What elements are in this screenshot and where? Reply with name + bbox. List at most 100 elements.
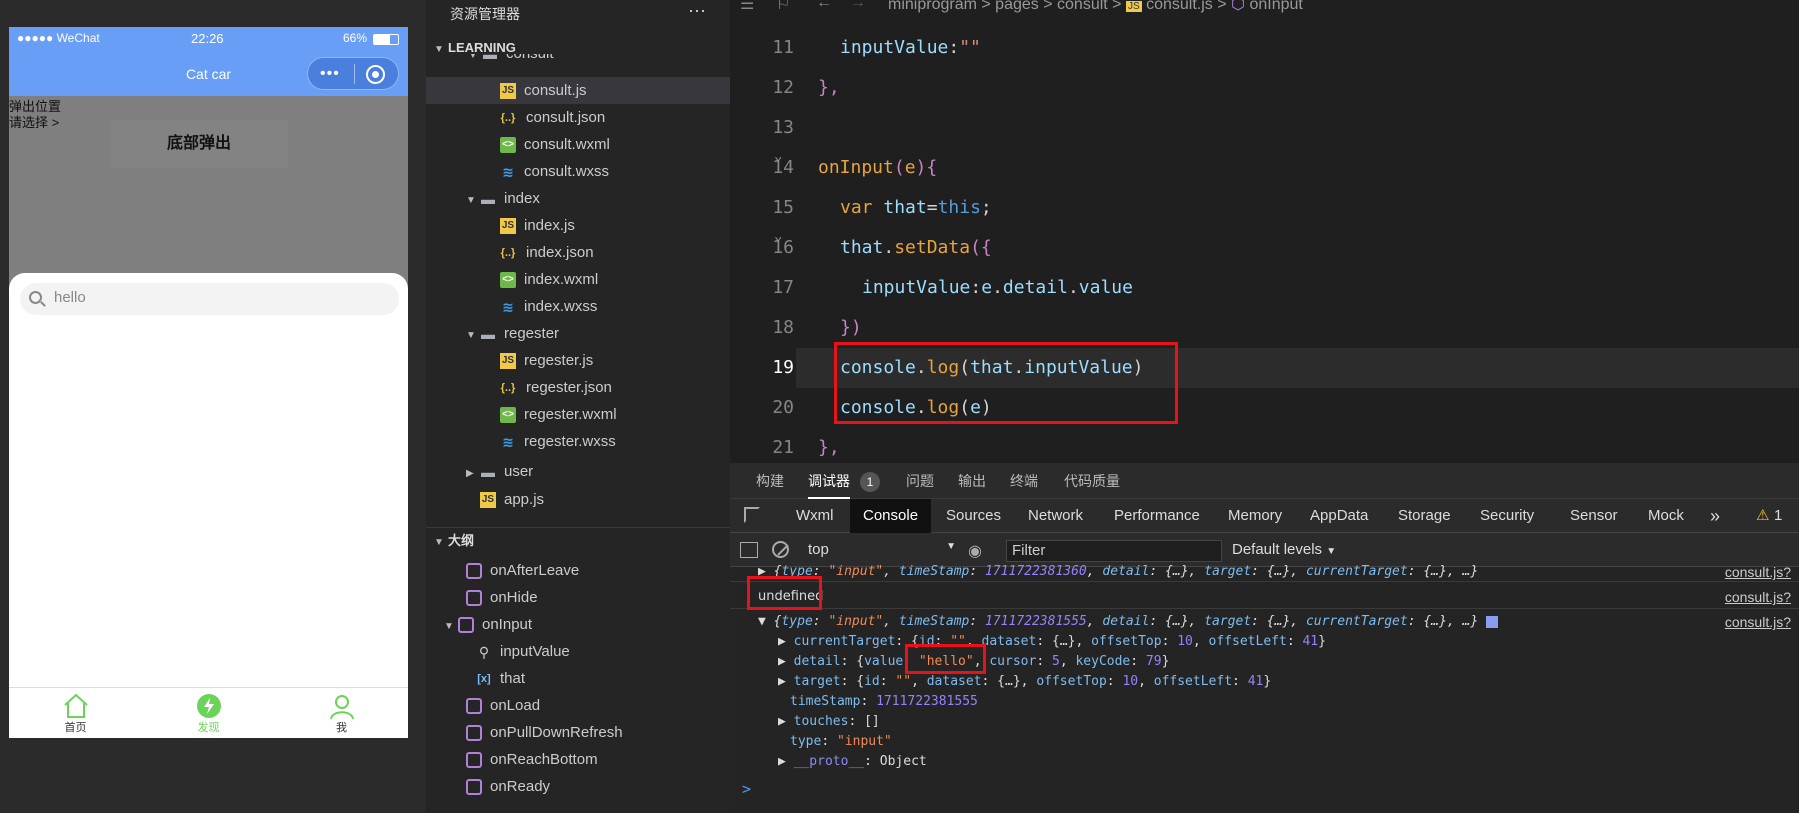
- file-regester-wxml[interactable]: <> regester.wxml: [426, 401, 730, 428]
- tab-security[interactable]: Security: [1480, 499, 1534, 533]
- file-index-wxss[interactable]: ≋ index.wxss: [426, 293, 730, 320]
- close-miniprogram-icon[interactable]: [366, 65, 385, 84]
- tab-build[interactable]: 构建: [756, 463, 784, 499]
- back-icon[interactable]: ←: [816, 0, 832, 12]
- bookmark-icon[interactable]: ⚐: [776, 0, 790, 14]
- more-actions-icon[interactable]: ···: [688, 0, 706, 21]
- tab-me-label: 我: [336, 722, 347, 734]
- tab-storage[interactable]: Storage: [1398, 499, 1451, 533]
- bolt-icon: [196, 694, 221, 718]
- folder-regester[interactable]: ▼ ▬ regester: [426, 320, 730, 347]
- log-entry[interactable]: undefined consult.js?: [730, 585, 1799, 609]
- tab-terminal[interactable]: 终端: [1010, 463, 1038, 499]
- levels-dropdown[interactable]: Default levels ▼: [1232, 541, 1336, 558]
- outline-item[interactable]: [x] that: [426, 665, 730, 692]
- source-link[interactable]: consult.js?: [1725, 562, 1791, 582]
- tab-sources[interactable]: Sources: [946, 499, 1001, 533]
- warning-icon[interactable]: ⚠: [1756, 499, 1769, 533]
- filter-input[interactable]: Filter: [1006, 540, 1222, 562]
- method-icon: [466, 779, 482, 796]
- menu-icon[interactable]: ☰: [740, 0, 754, 14]
- crumb[interactable]: pages: [995, 0, 1039, 13]
- file-consult-json[interactable]: {..} consult.json: [426, 104, 730, 131]
- file-index-json[interactable]: {..} index.json: [426, 239, 730, 266]
- context-select[interactable]: top ▼: [808, 541, 956, 561]
- tab-debugger[interactable]: 调试器: [808, 463, 850, 499]
- file-index-js[interactable]: JS index.js: [426, 212, 730, 239]
- file-regester-js[interactable]: JS regester.js: [426, 347, 730, 374]
- crumb[interactable]: onInput: [1249, 0, 1302, 13]
- folder-label: user: [504, 463, 534, 480]
- outline-item[interactable]: ▼ onInput: [426, 611, 730, 638]
- file-app-js[interactable]: JS app.js: [426, 490, 730, 510]
- tab-home[interactable]: 首页: [9, 688, 142, 738]
- tab-discover[interactable]: 发现: [142, 688, 275, 738]
- file-regester-json[interactable]: {..} regester.json: [426, 374, 730, 401]
- code-editor[interactable]: ☰ ⚐ ← → miniprogram > pages > consult > …: [730, 0, 1799, 463]
- outline-item[interactable]: onHide: [426, 584, 730, 611]
- log-entry[interactable]: ▶ {type: "input", timeStamp: 17117223813…: [730, 562, 1799, 582]
- choose-link[interactable]: 请选择 >: [9, 112, 59, 131]
- outline-item[interactable]: onPullDownRefresh: [426, 719, 730, 746]
- log-prop[interactable]: ▶ currentTarget: {id: "", dataset: {…}, …: [730, 632, 1799, 652]
- variable-icon: [x]: [477, 673, 491, 686]
- log-entry[interactable]: ▼ {type: "input", timeStamp: 17117223815…: [730, 612, 1799, 632]
- tab-problems[interactable]: 问题: [906, 463, 934, 499]
- file-consult-wxss[interactable]: ≋ consult.wxss: [426, 158, 730, 185]
- tab-memory[interactable]: Memory: [1228, 499, 1282, 533]
- outline-item[interactable]: onAfterLeave: [426, 557, 730, 584]
- search-input[interactable]: hello: [54, 289, 86, 306]
- tab-output[interactable]: 输出: [958, 463, 986, 499]
- log-prop[interactable]: ▶ __proto__: Object: [730, 752, 1799, 772]
- crumb[interactable]: consult.js: [1146, 0, 1213, 13]
- log-prop[interactable]: ▶ touches: []: [730, 712, 1799, 732]
- debugger-badge: 1: [860, 472, 880, 492]
- more-tabs-icon[interactable]: »: [1710, 499, 1720, 533]
- bottom-popup-button[interactable]: 底部弹出: [110, 120, 288, 168]
- tab-sensor[interactable]: Sensor: [1570, 499, 1618, 533]
- outline-item[interactable]: onReachBottom: [426, 746, 730, 773]
- fold-icon[interactable]: ⌄: [774, 148, 782, 164]
- sidebar-toggle-icon[interactable]: [740, 542, 758, 558]
- outline-item[interactable]: onLoad: [426, 692, 730, 719]
- file-consult-wxml[interactable]: <> consult.wxml: [426, 131, 730, 158]
- file-consult-js[interactable]: JS consult.js: [426, 77, 730, 104]
- tab-appdata[interactable]: AppData: [1310, 499, 1368, 533]
- fold-icon[interactable]: ⌄: [774, 228, 782, 244]
- search-bar[interactable]: hello: [20, 283, 399, 315]
- folder-index[interactable]: ▼ ▬ index: [426, 185, 730, 212]
- file-index-wxml[interactable]: <> index.wxml: [426, 266, 730, 293]
- capsule-menu[interactable]: •••: [307, 57, 399, 90]
- tab-console[interactable]: Console: [850, 499, 932, 533]
- console-prompt[interactable]: >: [730, 779, 1799, 799]
- warning-count[interactable]: 1: [1774, 499, 1782, 533]
- file-regester-wxss[interactable]: ≋ regester.wxss: [426, 428, 730, 455]
- tab-mock[interactable]: Mock: [1648, 499, 1684, 533]
- eye-icon[interactable]: ◉: [968, 541, 982, 561]
- forward-icon[interactable]: →: [850, 0, 866, 12]
- crumb[interactable]: miniprogram: [888, 0, 977, 13]
- more-dots-icon[interactable]: •••: [320, 65, 340, 83]
- highlight-box: [905, 644, 986, 674]
- outline-item[interactable]: onReady: [426, 773, 730, 800]
- file-label: regester.json: [526, 379, 612, 396]
- bottom-panel: 构建 调试器 1 问题 输出 终端 代码质量 Wxml Console Sour…: [730, 463, 1799, 813]
- log-prop[interactable]: ▶ target: {id: "", dataset: {…}, offsetT…: [730, 672, 1799, 692]
- inspect-icon[interactable]: [744, 507, 760, 523]
- outline-header[interactable]: ▼ 大纲: [426, 527, 730, 553]
- tab-me[interactable]: 我: [275, 688, 408, 738]
- file-label: regester.wxss: [524, 433, 616, 450]
- source-link[interactable]: consult.js?: [1725, 612, 1791, 632]
- chevron-down-icon: ▼: [1326, 546, 1337, 557]
- folder-consult[interactable]: ▼▬consult: [426, 54, 730, 66]
- tab-code-quality[interactable]: 代码质量: [1064, 463, 1120, 499]
- tab-wxml[interactable]: Wxml: [796, 499, 834, 533]
- highlight-box: [834, 342, 1178, 424]
- log-prop[interactable]: ▶ detail: {value: "hello", cursor: 5, ke…: [730, 652, 1799, 672]
- tab-network[interactable]: Network: [1028, 499, 1083, 533]
- outline-item[interactable]: ⚲ inputValue: [426, 638, 730, 665]
- tab-performance[interactable]: Performance: [1114, 499, 1200, 533]
- crumb[interactable]: consult: [1057, 0, 1108, 13]
- folder-user[interactable]: ▶ ▬ user: [426, 462, 730, 482]
- source-link[interactable]: consult.js?: [1725, 585, 1791, 609]
